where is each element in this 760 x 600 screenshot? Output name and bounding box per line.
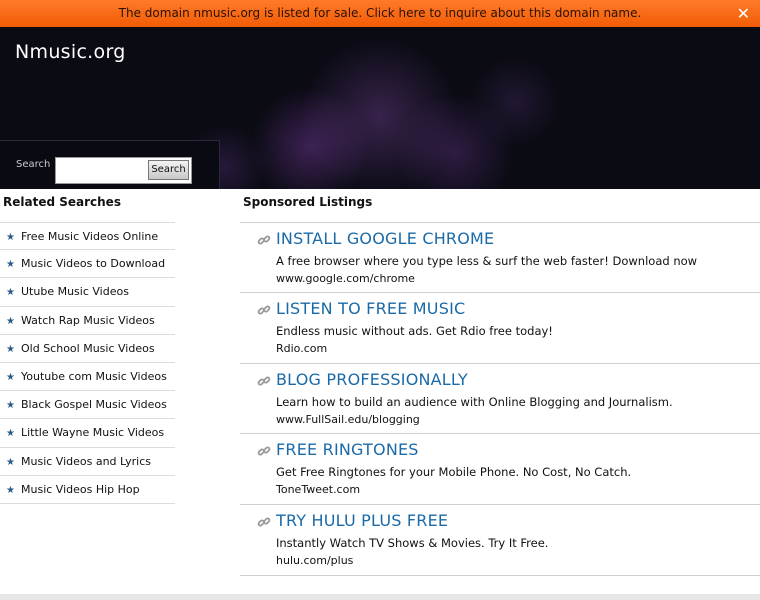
listing-title-link[interactable]: INSTALL GOOGLE CHROME [276,229,494,248]
listing-description: Get Free Ringtones for your Mobile Phone… [276,465,632,480]
listing-title-link[interactable]: BLOG PROFESSIONALLY [276,370,468,389]
related-searches-list: ★ Free Music Videos Online ★ Music Videos … [0,222,175,504]
sponsored-listing[interactable]: TRY HULU PLUS FREE Instantly Watch TV Sh… [240,505,760,576]
decorative-glow [470,57,560,147]
link-icon [257,235,271,245]
listing-url[interactable]: www.FullSail.edu/blogging [276,413,420,426]
link-icon [257,517,271,527]
footer-divider [0,594,760,600]
related-search-item[interactable]: ★ Watch Rap Music Videos [0,307,175,335]
star-icon: ★ [6,287,15,299]
listing-url[interactable]: Rdio.com [276,342,327,355]
sponsored-listing[interactable]: LISTEN TO FREE MUSIC Endless music witho… [240,293,760,364]
sponsored-listing[interactable]: INSTALL GOOGLE CHROME A free browser whe… [240,222,760,293]
listing-description: Endless music without ads. Get Rdio free… [276,323,553,338]
sponsored-listings-list: INSTALL GOOGLE CHROME A free browser whe… [240,222,760,576]
related-search-label[interactable]: Little Wayne Music Videos [21,426,164,439]
related-search-item[interactable]: ★ Youtube com Music Videos [0,363,175,392]
related-search-item[interactable]: ★ Black Gospel Music Videos [0,391,175,420]
related-search-item[interactable]: ★ Utube Music Videos [0,278,175,307]
listing-description: Learn how to build an audience with Onli… [276,394,673,409]
listing-description: A free browser where you type less & sur… [276,254,698,268]
listing-title-link[interactable]: TRY HULU PLUS FREE [276,511,448,530]
listing-url[interactable]: hulu.com/plus [276,554,353,567]
star-icon: ★ [6,232,15,243]
search-button[interactable]: Search [148,160,189,180]
domain-sale-banner[interactable]: The domain nmusic.org is listed for sale… [0,0,760,27]
related-search-label[interactable]: Watch Rap Music Videos [21,314,155,327]
link-icon [257,376,271,386]
listing-title-link[interactable]: FREE RINGTONES [276,440,419,459]
listing-title-link[interactable]: LISTEN TO FREE MUSIC [276,299,465,318]
listing-url[interactable]: ToneTweet.com [276,483,360,496]
link-icon [257,305,271,315]
star-icon: ★ [6,400,15,412]
listing-description: Instantly Watch TV Shows & Movies. Try I… [276,536,549,551]
related-search-item[interactable]: ★ Little Wayne Music Videos [0,419,175,448]
related-searches-heading: Related Searches [3,195,121,209]
related-search-item[interactable]: ★ Music Videos Hip Hop [0,476,175,504]
link-icon [257,446,271,456]
related-search-label[interactable]: Black Gospel Music Videos [21,398,167,411]
search-label: Search [16,159,51,170]
site-header: Nmusic.org Search Search [0,27,760,189]
related-search-item[interactable]: ★ Free Music Videos Online [0,222,175,251]
related-search-label[interactable]: Music Videos to Download [21,257,165,270]
related-search-label[interactable]: Old School Music Videos [21,342,155,355]
related-search-label[interactable]: Music Videos and Lyrics [21,455,151,468]
sponsored-listing[interactable]: BLOG PROFESSIONALLY Learn how to build a… [240,364,760,435]
close-icon[interactable]: ✕ [737,0,750,27]
related-search-label[interactable]: Free Music Videos Online [21,230,158,243]
star-icon: ★ [6,484,15,496]
star-icon: ★ [6,371,15,383]
sponsored-listing[interactable]: FREE RINGTONES Get Free Ringtones for yo… [240,434,760,506]
related-search-item[interactable]: ★ Old School Music Videos [0,335,175,363]
star-icon: ★ [6,428,15,440]
listing-url[interactable]: www.google.com/chrome [276,272,415,285]
domain-sale-message[interactable]: The domain nmusic.org is listed for sale… [119,6,642,20]
related-search-label[interactable]: Utube Music Videos [21,285,129,298]
star-icon: ★ [6,456,15,468]
star-icon: ★ [6,315,15,327]
search-box: Search Search [0,140,220,189]
site-title[interactable]: Nmusic.org [15,41,126,63]
related-search-item[interactable]: ★ Music Videos and Lyrics [0,448,175,476]
sponsored-listings-heading: Sponsored Listings [243,195,373,209]
star-icon: ★ [6,343,15,355]
related-search-item[interactable]: ★ Music Videos to Download [0,250,175,279]
star-icon: ★ [6,259,15,271]
related-search-label[interactable]: Youtube com Music Videos [21,370,167,383]
related-search-label[interactable]: Music Videos Hip Hop [21,483,140,496]
